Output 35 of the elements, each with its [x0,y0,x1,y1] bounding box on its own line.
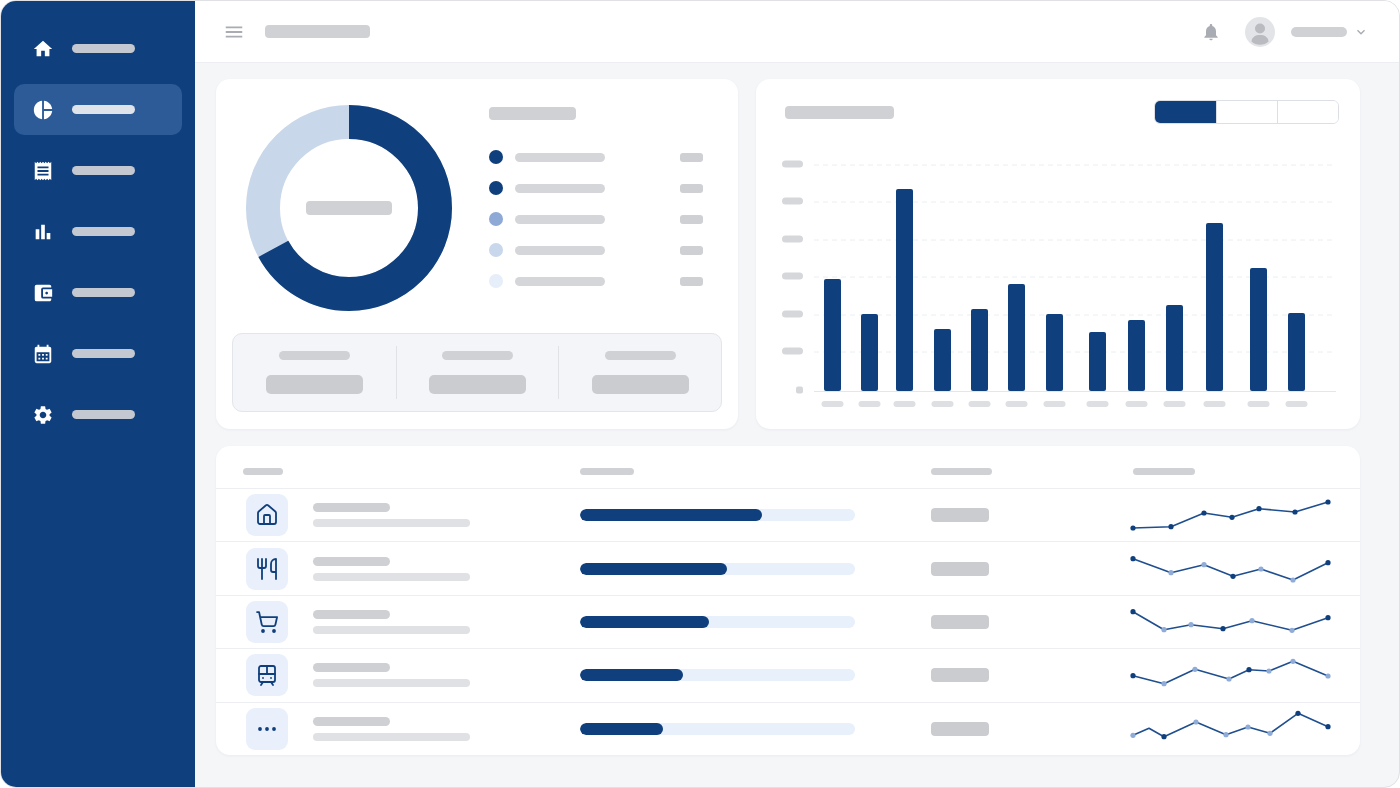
calendar-icon [32,342,54,365]
value-placeholder [680,276,703,286]
value-placeholder [931,508,989,523]
value-placeholder [680,152,703,162]
cart-icon [246,600,288,643]
receipt-icon [32,159,54,182]
value-placeholder [931,721,989,736]
settings-icon [32,403,54,426]
column-heading-placeholder [580,468,634,475]
pie-chart-icon [32,98,54,121]
value-placeholder [931,614,989,629]
more-dots-icon [246,707,288,750]
value-placeholder [680,214,703,224]
value-placeholder [680,245,703,255]
label-placeholder [604,351,676,360]
text-placeholder [72,349,135,358]
username-placeholder [1291,26,1347,37]
text-placeholder [72,410,135,419]
column-heading-placeholder [1133,468,1195,475]
column-heading-placeholder [243,468,283,475]
text-placeholder [72,166,135,175]
text-placeholder [72,44,135,53]
nav-item[interactable] [14,84,182,135]
label-placeholder [278,351,350,360]
text-placeholder [72,105,135,114]
column-heading-placeholder [931,468,992,475]
text-placeholder [72,227,135,236]
fork-knife-icon [246,547,288,590]
value-placeholder [931,668,989,683]
house-icon [246,494,288,537]
text-placeholder [72,288,135,297]
value-placeholder [680,183,703,193]
value-placeholder [931,561,989,576]
label-placeholder [442,351,513,360]
train-icon [246,654,288,697]
